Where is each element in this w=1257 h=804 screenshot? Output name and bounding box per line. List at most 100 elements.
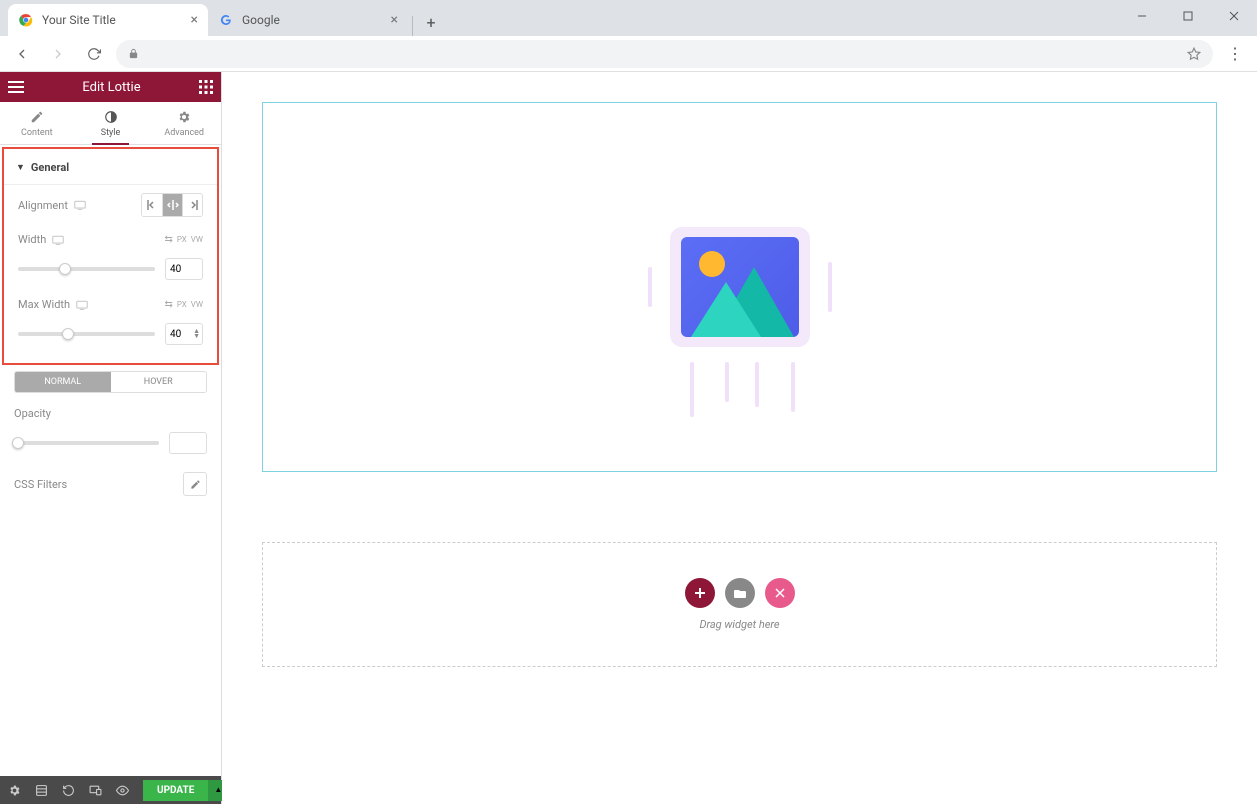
- css-filters-label: CSS Filters: [14, 478, 67, 491]
- width-label: Width: [18, 233, 46, 246]
- slider-thumb[interactable]: [12, 437, 24, 449]
- skeleton-line: [690, 362, 694, 417]
- drop-widget-section[interactable]: Drag widget here: [262, 542, 1217, 667]
- css-filters-edit-button[interactable]: [183, 472, 207, 496]
- window-minimize-button[interactable]: [1119, 0, 1165, 32]
- history-icon[interactable]: [62, 784, 75, 797]
- unit-vw[interactable]: VW: [191, 235, 203, 244]
- responsive-mode-icon[interactable]: [89, 784, 102, 797]
- lottie-placeholder: [670, 227, 810, 347]
- max-width-label: Max Width: [18, 298, 70, 311]
- update-button[interactable]: UPDATE: [143, 780, 208, 801]
- editor-canvas: Drag widget here: [222, 72, 1257, 804]
- max-width-value: 40: [170, 329, 181, 340]
- dynamic-icon[interactable]: ⇆: [164, 299, 172, 310]
- window-controls: [1119, 0, 1257, 32]
- settings-icon[interactable]: [8, 784, 21, 797]
- skeleton-line: [648, 267, 652, 307]
- tab-title: Google: [242, 13, 280, 27]
- panel-tabs: Content Style Advanced: [0, 102, 221, 145]
- width-slider-row: [4, 254, 217, 290]
- dynamic-icon[interactable]: ⇆: [164, 234, 172, 245]
- tab-separator: [412, 16, 413, 36]
- google-favicon-icon: [218, 12, 234, 28]
- preview-icon[interactable]: [116, 784, 129, 797]
- add-global-button[interactable]: [765, 578, 795, 608]
- skeleton-line: [725, 362, 729, 402]
- add-template-button[interactable]: [725, 578, 755, 608]
- add-section-button[interactable]: [685, 578, 715, 608]
- unit-px[interactable]: PX: [177, 300, 187, 309]
- image-placeholder-frame: [670, 227, 810, 347]
- responsive-icon[interactable]: [52, 235, 64, 245]
- slider-thumb[interactable]: [62, 328, 74, 340]
- opacity-control: Opacity: [0, 399, 221, 428]
- unit-px[interactable]: PX: [177, 235, 187, 244]
- address-bar[interactable]: [116, 40, 1213, 68]
- tab-advanced[interactable]: Advanced: [147, 102, 221, 144]
- browser-tab[interactable]: Google ×: [208, 4, 408, 36]
- lottie-widget-section[interactable]: [262, 102, 1217, 472]
- pencil-icon: [30, 110, 44, 124]
- update-label: UPDATE: [157, 785, 194, 796]
- width-input[interactable]: [165, 258, 203, 280]
- max-width-slider[interactable]: [18, 332, 155, 336]
- opacity-slider-row: [0, 428, 221, 464]
- opacity-input[interactable]: [169, 432, 207, 454]
- tab-label: Style: [101, 128, 121, 138]
- address-row: ⋮: [0, 36, 1257, 72]
- section-general-toggle[interactable]: ▼ General: [4, 151, 217, 185]
- sidebar-header: Edit Lottie: [0, 72, 221, 102]
- nav-reload-button[interactable]: [80, 40, 108, 68]
- responsive-icon[interactable]: [76, 300, 88, 310]
- state-tabs: NORMAL HOVER: [14, 371, 207, 393]
- grid-icon[interactable]: [199, 80, 213, 94]
- max-width-input[interactable]: 40 ▲▼: [165, 323, 203, 345]
- state-tab-hover[interactable]: HOVER: [111, 372, 207, 392]
- max-width-control: Max Width ⇆ PX VW: [4, 290, 217, 319]
- align-center-button[interactable]: [162, 194, 182, 216]
- chrome-favicon-icon: [18, 12, 34, 28]
- responsive-icon[interactable]: [74, 200, 86, 210]
- tab-label: Content: [21, 128, 53, 138]
- width-control: Width ⇆ PX VW: [4, 225, 217, 254]
- panel-body: ▼ General Alignment: [0, 145, 221, 776]
- align-right-button[interactable]: [182, 194, 202, 216]
- menu-icon[interactable]: [8, 81, 24, 93]
- drop-hint-text: Drag widget here: [699, 618, 779, 631]
- css-filters-control: CSS Filters: [0, 464, 221, 504]
- bookmark-star-icon[interactable]: [1187, 47, 1201, 61]
- image-placeholder-icon: [681, 237, 799, 337]
- browser-tab-active[interactable]: Your Site Title ×: [8, 4, 208, 36]
- tab-content[interactable]: Content: [0, 102, 74, 144]
- tab-title: Your Site Title: [42, 13, 116, 27]
- opacity-label: Opacity: [14, 407, 51, 420]
- panel-title: Edit Lottie: [82, 80, 140, 95]
- tab-close-icon[interactable]: ×: [191, 12, 198, 28]
- state-tab-normal[interactable]: NORMAL: [15, 372, 111, 392]
- width-units: ⇆ PX VW: [164, 234, 203, 245]
- window-close-button[interactable]: [1211, 0, 1257, 32]
- unit-vw[interactable]: VW: [191, 300, 203, 309]
- skeleton-line: [755, 362, 759, 407]
- browser-chrome: Your Site Title × Google × +: [0, 0, 1257, 72]
- style-icon: [104, 110, 118, 124]
- nav-forward-button[interactable]: [44, 40, 72, 68]
- alignment-label: Alignment: [18, 199, 68, 212]
- align-left-button[interactable]: [142, 194, 162, 216]
- navigator-icon[interactable]: [35, 784, 48, 797]
- alignment-control: Alignment: [4, 185, 217, 225]
- caret-down-icon: ▼: [16, 162, 25, 173]
- width-slider[interactable]: [18, 267, 155, 271]
- main-area: Edit Lottie Content Style: [0, 72, 1257, 804]
- window-maximize-button[interactable]: [1165, 0, 1211, 32]
- new-tab-button[interactable]: +: [417, 8, 445, 36]
- nav-back-button[interactable]: [8, 40, 36, 68]
- tab-style[interactable]: Style: [74, 102, 148, 144]
- tab-close-icon[interactable]: ×: [391, 12, 398, 28]
- browser-menu-button[interactable]: ⋮: [1221, 44, 1249, 63]
- spinner-arrows-icon[interactable]: ▲▼: [193, 329, 200, 339]
- slider-thumb[interactable]: [59, 263, 71, 275]
- opacity-slider[interactable]: [14, 441, 159, 445]
- lock-icon: [128, 48, 139, 59]
